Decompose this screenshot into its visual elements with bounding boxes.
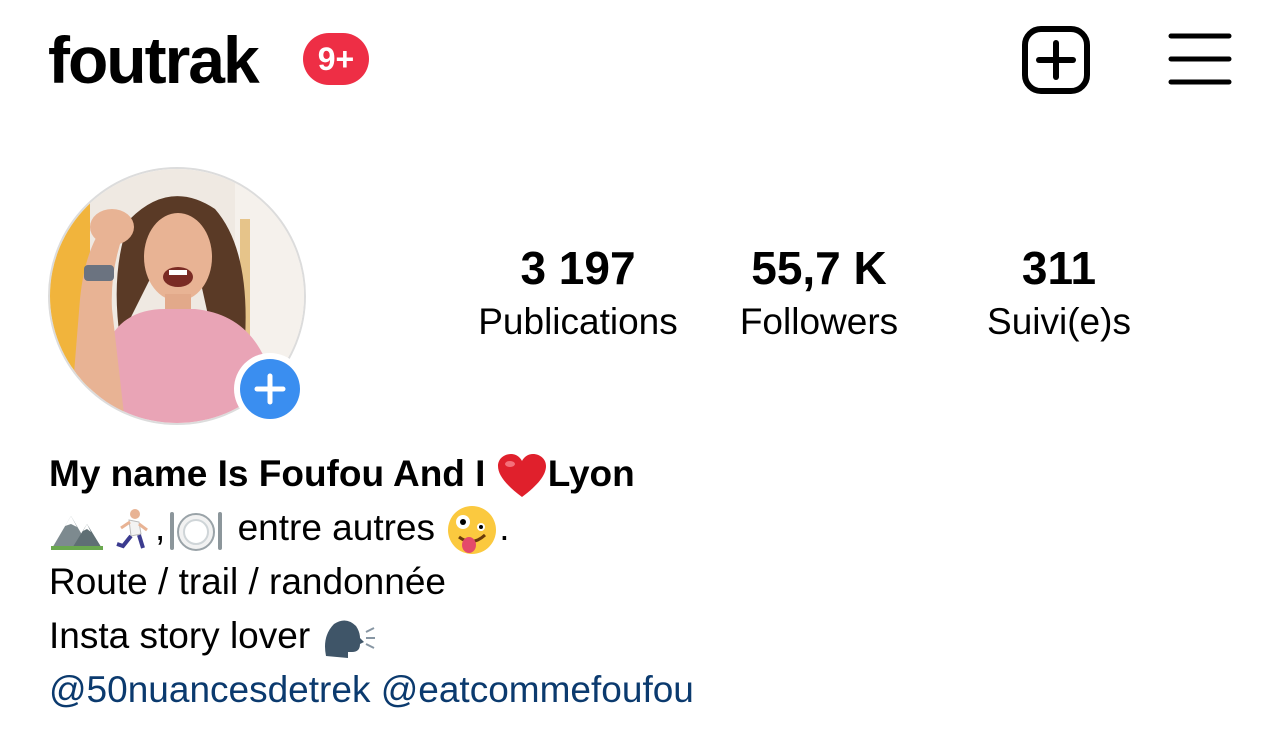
fork-knife-plate-emoji: [170, 512, 223, 552]
stat-publications[interactable]: 3 197 Publications: [468, 240, 688, 348]
publications-count: 3 197: [520, 242, 636, 294]
bio-name-end: Lyon: [547, 453, 635, 494]
notification-badge: 9+: [303, 33, 369, 85]
bio-mentions: @50nuancesdetrek @eatcommefoufou: [49, 663, 1249, 717]
new-post-button[interactable]: [1021, 25, 1091, 95]
plus-icon: [254, 373, 286, 405]
top-bar: foutrak 9+: [0, 0, 1284, 120]
followers-count: 55,7 K: [751, 242, 887, 294]
plus-square-icon: [1022, 26, 1090, 94]
speaking-head-emoji: [325, 620, 376, 659]
menu-button[interactable]: [1168, 30, 1232, 88]
mountain-emoji: [51, 516, 103, 551]
profile-bio: My name Is Foufou And I Lyon , entre aut…: [49, 447, 1249, 717]
following-label: Suivi(e)s: [987, 301, 1131, 342]
bio-line-2-end: .: [499, 507, 510, 548]
stat-followers[interactable]: 55,7 K Followers: [708, 240, 930, 348]
zany-face-emoji: [448, 506, 497, 555]
following-count: 311: [1021, 242, 1097, 294]
bio-line-4-text: Insta story lover: [49, 615, 311, 657]
profile-page: foutrak 9+ 3 197 Publications 55,7 K Fol…: [0, 0, 1284, 742]
red-heart-emoji: [497, 454, 546, 498]
bio-line-4: Insta story lover: [49, 609, 1249, 663]
mention-link-eatcommefoufou[interactable]: @eatcommefoufou: [381, 669, 694, 710]
hamburger-menu-icon: [1168, 33, 1232, 85]
mention-link-50nuancesdetrek[interactable]: @50nuancesdetrek: [49, 669, 370, 710]
emoji-separator: ,: [155, 507, 166, 548]
followers-label: Followers: [739, 301, 899, 342]
bio-line-2-text: entre autres: [237, 507, 436, 548]
add-story-circle: [240, 359, 300, 419]
bio-name-line: My name Is Foufou And I Lyon: [49, 447, 1249, 501]
woman-running-emoji: [116, 509, 148, 549]
publications-label: Publications: [478, 301, 678, 342]
username-title[interactable]: foutrak: [48, 22, 260, 98]
bio-line-3: Route / trail / randonnée: [49, 561, 446, 603]
bio-line-2: , entre autres .: [49, 501, 1249, 555]
stat-following[interactable]: 311 Suivi(e)s: [950, 240, 1168, 348]
bio-name-start: My name Is Foufou And I: [49, 453, 486, 494]
add-story-button[interactable]: [234, 353, 306, 425]
